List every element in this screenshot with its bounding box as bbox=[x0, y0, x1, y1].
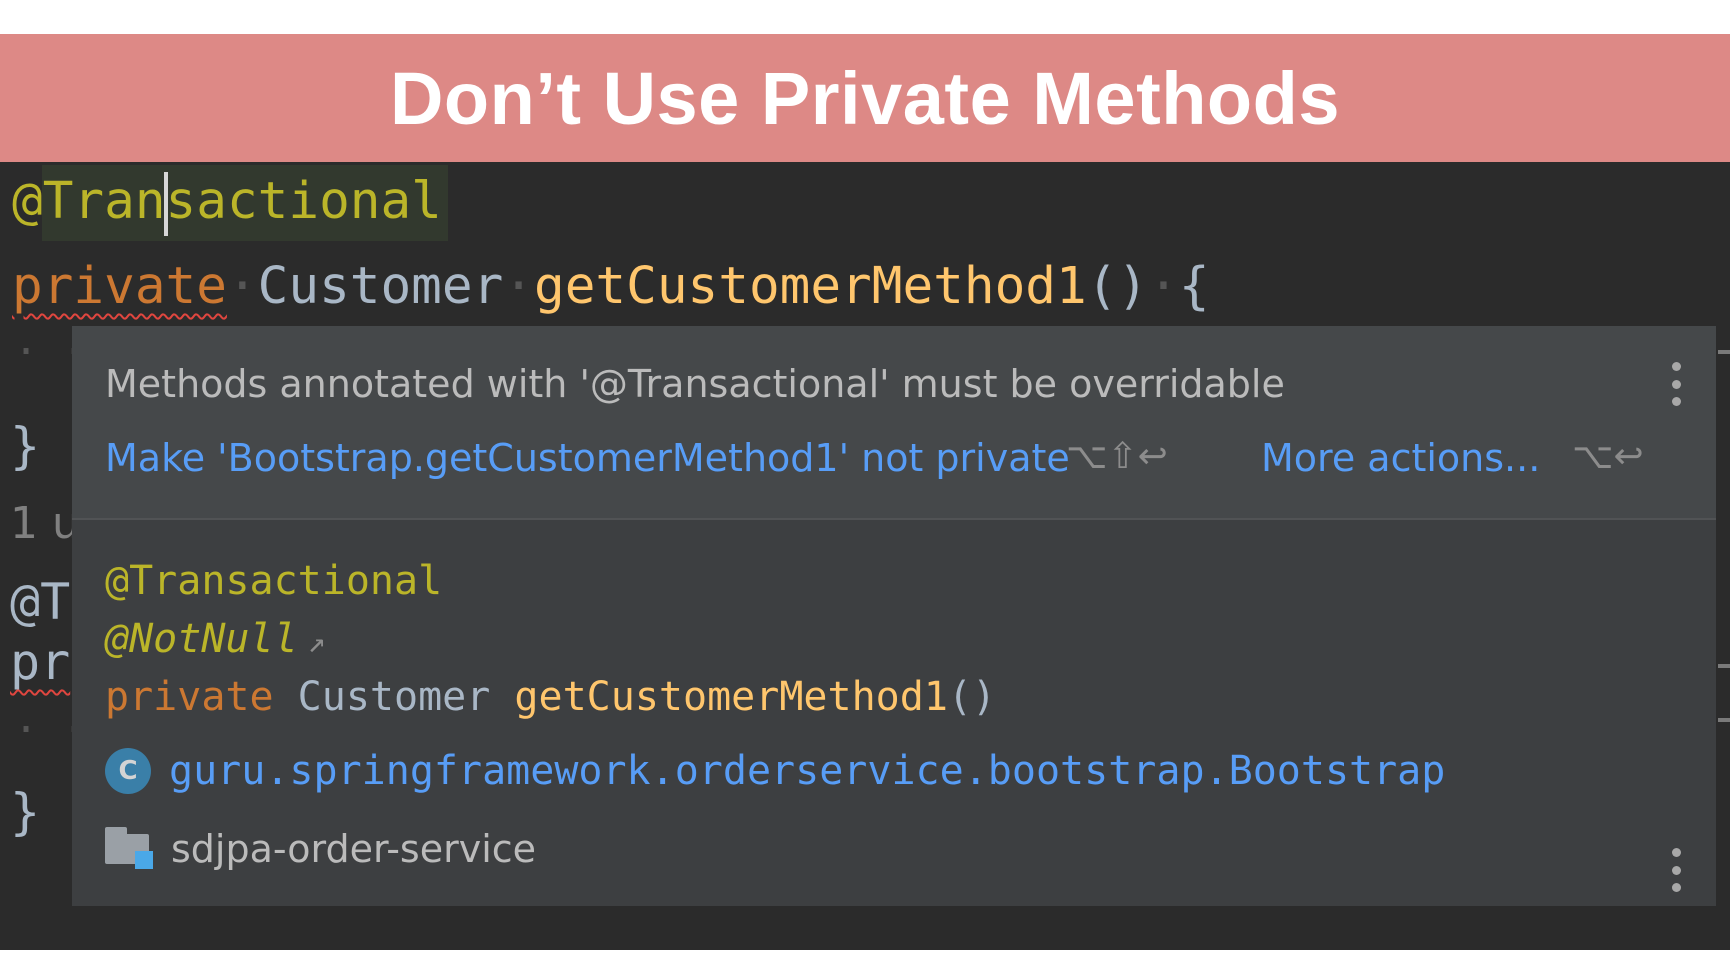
bottom-strip bbox=[0, 950, 1730, 976]
module-folder-icon bbox=[105, 827, 155, 871]
close-brace: } bbox=[10, 783, 41, 841]
private-keyword-error[interactable]: private bbox=[12, 257, 227, 316]
containing-class-row[interactable]: C guru.springframework.orderservice.boot… bbox=[105, 746, 1445, 796]
whitespace-dot: · bbox=[226, 257, 258, 316]
quick-fix-shortcut: ⌥⇧↩ bbox=[1066, 436, 1168, 477]
close-brace: } bbox=[10, 417, 41, 475]
more-actions-shortcut: ⌥↩ bbox=[1572, 436, 1644, 477]
scroll-marker bbox=[1718, 664, 1730, 668]
inspection-popup[interactable]: Methods annotated with '@Transactional' … bbox=[72, 326, 1716, 906]
class-c-icon: C bbox=[105, 748, 151, 794]
scroll-marker bbox=[1718, 350, 1730, 354]
annotation-at: @ bbox=[12, 172, 43, 231]
module-row: sdjpa-order-service bbox=[105, 822, 536, 876]
notnull-text[interactable]: @NotNull bbox=[105, 616, 298, 662]
code-line-method-declaration[interactable]: private·Customer·getCustomerMethod1()·{ bbox=[12, 247, 1210, 327]
doc-keyword: private bbox=[105, 674, 274, 720]
code-line-annotation[interactable]: @Transactional bbox=[12, 162, 442, 242]
scroll-marker bbox=[1718, 718, 1730, 722]
annotation-text-start: Tran bbox=[42, 172, 166, 231]
doc-notnull-annotation: @NotNull ↗ bbox=[105, 616, 326, 662]
title-banner: Don’t Use Private Methods bbox=[0, 34, 1730, 162]
doc-return-type: Customer bbox=[297, 674, 491, 720]
method-name: getCustomerMethod1 bbox=[534, 257, 1087, 316]
more-vertical-icon[interactable] bbox=[1670, 362, 1682, 406]
module-name: sdjpa-order-service bbox=[171, 827, 537, 871]
return-type: Customer bbox=[257, 257, 504, 316]
whitespace-dot: · bbox=[503, 257, 535, 316]
top-strip bbox=[0, 0, 1730, 35]
whitespace-dot: · bbox=[1148, 257, 1179, 316]
slide-title: Don’t Use Private Methods bbox=[389, 56, 1340, 140]
slide: Don’t Use Private Methods @Transactional… bbox=[0, 0, 1730, 976]
more-actions-link[interactable]: More actions... bbox=[1261, 436, 1540, 480]
doc-annotation: @Transactional bbox=[105, 558, 443, 604]
popup-header: Methods annotated with '@Transactional' … bbox=[72, 326, 1716, 520]
class-fqn-link[interactable]: guru.springframework.orderservice.bootst… bbox=[169, 748, 1445, 794]
problem-description: Methods annotated with '@Transactional' … bbox=[105, 362, 1285, 406]
quick-fix-link[interactable]: Make 'Bootstrap.getCustomerMethod1' not … bbox=[105, 436, 1070, 480]
doc-method-name: getCustomerMethod1 bbox=[514, 674, 948, 720]
external-link-arrow-icon[interactable]: ↗ bbox=[308, 625, 326, 660]
open-brace: { bbox=[1178, 257, 1210, 316]
method-parens: () bbox=[1086, 257, 1149, 316]
doc-method-parens: () bbox=[947, 674, 997, 720]
usages-hint[interactable]: 1 u bbox=[10, 484, 80, 564]
annotation-text-end: sactional bbox=[165, 172, 442, 231]
doc-signature: private Customer getCustomerMethod1() bbox=[105, 674, 996, 720]
more-vertical-icon[interactable] bbox=[1670, 848, 1682, 892]
